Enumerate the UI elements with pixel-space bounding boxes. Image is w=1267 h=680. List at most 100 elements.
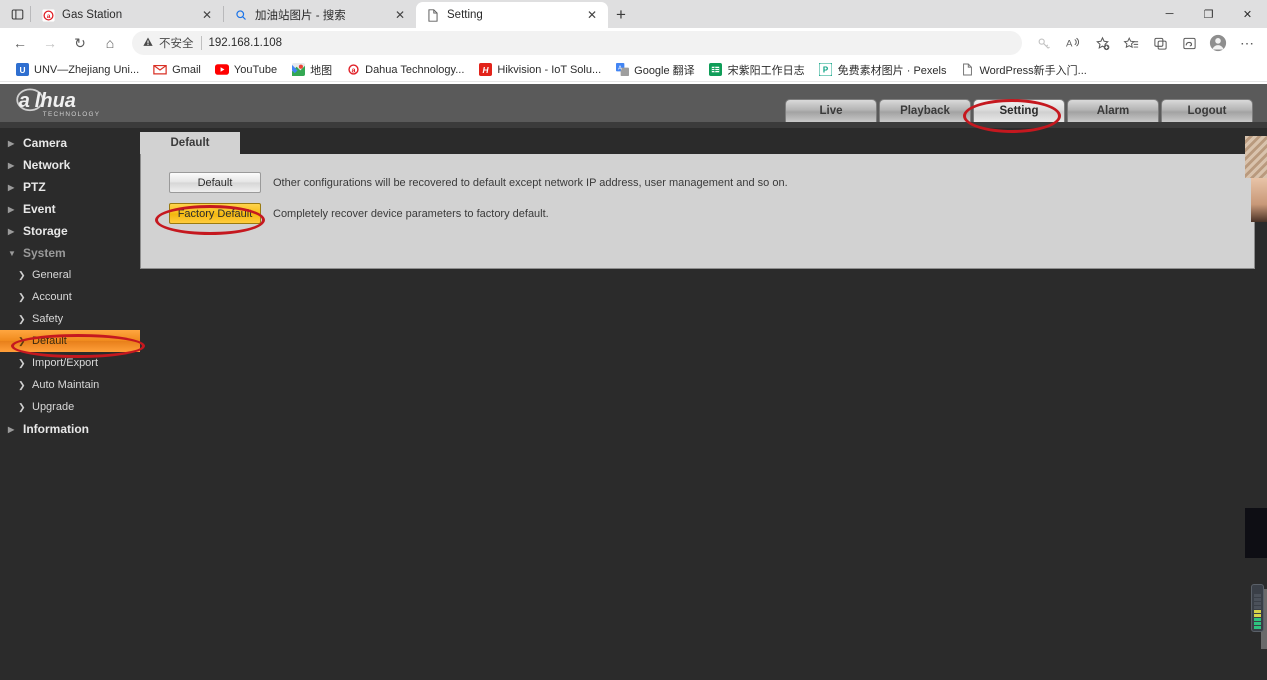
sidebar-item-event[interactable]: ▶ Event [0,198,140,220]
bookmark-gmail[interactable]: Gmail [146,61,208,79]
add-favorite-icon[interactable] [1088,30,1116,56]
chevron-right-icon: ❯ [18,335,26,346]
svg-text:a: a [351,67,355,74]
browser-window: a Gas Station ✕ 加油站图片 - 搜索 ✕ Setting ✕ +… [0,0,1267,680]
sidebar-item-storage[interactable]: ▶ Storage [0,220,140,242]
sidebar-item-auto-maintain[interactable]: ❯ Auto Maintain [0,374,140,396]
back-button[interactable]: ← [6,30,34,56]
tab-close-icon[interactable]: ✕ [584,7,600,23]
svg-text:P: P [823,66,828,75]
gmail-icon [153,63,167,77]
sidebar-item-general[interactable]: ❯ General [0,264,140,286]
address-bar[interactable]: 不安全 192.168.1.108 [132,31,1022,55]
chevron-right-icon: ▶ [8,424,15,434]
chevron-right-icon: ❯ [18,379,26,390]
bookmark-wordpress[interactable]: WordPress新手入门... [953,60,1093,80]
nav-tab-alarm[interactable]: Alarm [1067,99,1159,122]
refresh-button[interactable]: ↻ [66,30,94,56]
bookmark-hikvision[interactable]: H Hikvision - IoT Solu... [471,61,608,79]
meter-segment [1254,614,1261,617]
sidebar-item-system[interactable]: ▼ System [0,242,140,264]
password-key-icon[interactable] [1030,30,1058,56]
dahua-logo: a lhua TECHNOLOGY [14,86,134,120]
default-panel: Default Default Other configurations wil… [140,132,1255,269]
nav-tab-live[interactable]: Live [785,99,877,122]
collections-icon[interactable] [1146,30,1174,56]
read-aloud-icon[interactable]: A [1059,30,1087,56]
device-header: a lhua TECHNOLOGY Live Playback Setting … [0,84,1267,122]
bookmark-label: Google 翻译 [634,64,695,77]
chevron-down-icon: ▼ [8,248,16,258]
bookmark-label: 免费素材图片 · Pexels [837,64,947,77]
sidebar-item-information[interactable]: ▶ Information [0,418,140,440]
browser-toolbar: ← → ↻ ⌂ 不安全 192.168.1.108 A ⋯ [0,28,1267,58]
new-tab-button[interactable]: + [608,2,634,28]
sidebar-item-account[interactable]: ❯ Account [0,286,140,308]
omnibox-divider [200,36,202,50]
bookmark-dahua[interactable]: a Dahua Technology... [339,61,471,79]
sidebar-item-safety[interactable]: ❯ Safety [0,308,140,330]
sidebar-item-label: Information [23,422,89,436]
maximize-button[interactable]: ❐ [1189,0,1228,28]
sidebar-item-label: Import/Export [32,357,99,369]
browser-essentials-icon[interactable] [1175,30,1203,56]
svg-text:H: H [482,65,489,75]
close-window-button[interactable]: ✕ [1228,0,1267,28]
warning-triangle-icon [142,36,154,51]
browser-tab-image-search[interactable]: 加油站图片 - 搜索 ✕ [224,2,416,28]
tab-close-icon[interactable]: ✕ [392,7,408,23]
factory-default-button[interactable]: Factory Default [169,203,261,224]
nav-tab-logout[interactable]: Logout [1161,99,1253,122]
tab-close-icon[interactable]: ✕ [199,7,215,23]
dahua-icon: a [346,63,360,77]
security-status[interactable]: 不安全 [142,35,194,51]
edge-image-remnant [1245,136,1267,178]
bookmark-label: 地图 [310,64,333,77]
bookmark-youtube[interactable]: YouTube [208,61,284,79]
sidebar-item-network[interactable]: ▶ Network [0,154,140,176]
favorites-icon[interactable] [1117,30,1145,56]
bookmark-label: Dahua Technology... [365,63,465,76]
bookmark-google-translate[interactable]: A Google 翻译 [608,60,702,80]
sidebar-item-upgrade[interactable]: ❯ Upgrade [0,396,140,418]
bookmark-label: WordPress新手入门... [979,64,1087,77]
unv-icon: U [15,63,29,77]
meter-segment [1254,594,1261,597]
browser-tab-setting[interactable]: Setting ✕ [416,2,608,28]
edge-image-remnant-2 [1251,178,1267,222]
minimize-button[interactable]: ─ [1150,0,1189,28]
svg-text:A: A [1066,39,1073,50]
default-button[interactable]: Default [169,172,261,193]
svg-text:a: a [19,90,30,112]
url-text[interactable]: 192.168.1.108 [209,37,283,49]
sidebar-item-import-export[interactable]: ❯ Import/Export [0,352,140,374]
svg-text:a: a [46,13,50,20]
default-description: Other configurations will be recovered t… [273,176,788,189]
chevron-right-icon: ▶ [8,160,15,170]
nav-tab-setting[interactable]: Setting [973,99,1065,122]
sidebar-item-default[interactable]: ❯ Default [0,330,140,352]
settings-more-icon[interactable]: ⋯ [1233,30,1261,56]
sidebar-item-label: Camera [23,136,68,150]
home-button[interactable]: ⌂ [96,30,124,56]
bookmark-worklog[interactable]: 宋紫阳工作日志 [702,60,812,80]
bookmark-unv[interactable]: U UNV—Zhejiang Uni... [8,61,146,79]
bookmark-label: Hikvision - IoT Solu... [497,63,602,76]
browser-tab-gas-station[interactable]: a Gas Station ✕ [31,2,223,28]
sidebar-item-camera[interactable]: ▶ Camera [0,132,140,154]
pexels-icon: P [819,63,833,77]
tab-overview-icon[interactable] [4,0,30,28]
bookmark-label: YouTube [233,63,278,76]
tab-strip: a Gas Station ✕ 加油站图片 - 搜索 ✕ Setting ✕ +… [0,0,1267,28]
forward-button[interactable]: → [36,30,64,56]
nav-tab-playback[interactable]: Playback [879,99,971,122]
profile-avatar[interactable] [1204,30,1232,56]
factory-default-description: Completely recover device parameters to … [273,207,549,220]
sidebar-item-ptz[interactable]: ▶ PTZ [0,176,140,198]
bookmark-pexels[interactable]: P 免费素材图片 · Pexels [812,60,954,80]
bookmark-maps[interactable]: 地图 [284,60,339,80]
sidebar-item-label: Safety [32,313,64,325]
panel-tab-strip: Default [140,132,1255,154]
panel-tab-default[interactable]: Default [140,132,240,154]
search-icon [234,8,248,22]
